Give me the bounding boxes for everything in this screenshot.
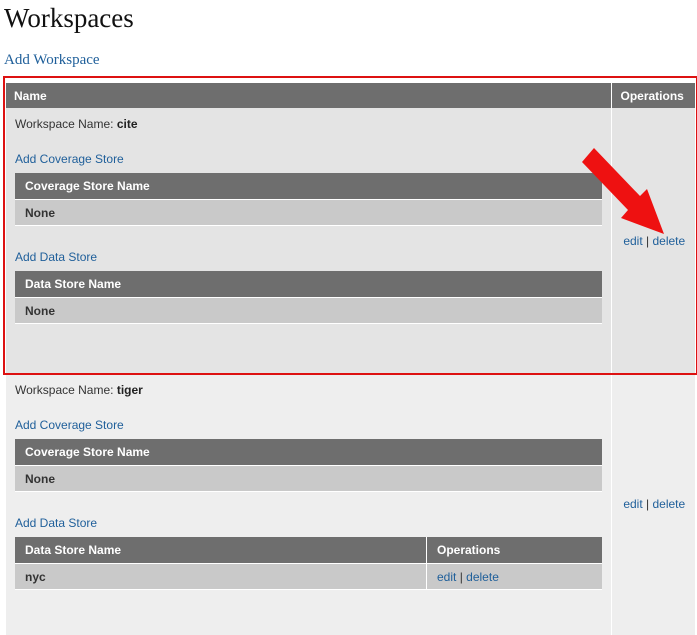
coverage-store-table: Coverage Store Name None (15, 439, 602, 492)
coverage-store-empty-value: None (15, 199, 602, 226)
data-store-operations-header: Operations (426, 537, 602, 564)
edit-workspace-link[interactable]: edit (623, 234, 642, 248)
add-coverage-store-link[interactable]: Add Coverage Store (15, 152, 602, 166)
operations-separator: | (459, 569, 463, 584)
add-data-store-link[interactable]: Add Data Store (15, 516, 602, 530)
add-data-store-link[interactable]: Add Data Store (15, 250, 602, 264)
workspace-row-cite: Workspace Name: cite Add Coverage Store … (6, 108, 695, 373)
add-workspace-link[interactable]: Add Workspace (4, 52, 100, 69)
page-title: Workspaces (4, 3, 134, 33)
data-store-table: Data Store Name Operations nyc edit | de… (15, 537, 602, 590)
workspace-name-prefix: Workspace Name: (15, 383, 114, 397)
workspace-name-prefix: Workspace Name: (15, 117, 114, 131)
workspace-name-value: tiger (116, 383, 143, 397)
data-store-name-header[interactable]: Data Store Name (15, 537, 427, 564)
data-store-empty-value: None (15, 297, 602, 324)
operations-separator: | (646, 233, 650, 248)
workspace-cell: Workspace Name: tiger Add Coverage Store… (6, 373, 611, 635)
coverage-store-table: Coverage Store Name None (15, 173, 602, 226)
workspace-operations-cell: edit | delete (610, 373, 695, 635)
workspaces-table-header: Name Operations (6, 83, 695, 108)
table-row: None (15, 199, 602, 226)
data-store-name-value: nyc (15, 563, 427, 590)
workspace-row-tiger: Workspace Name: tiger Add Coverage Store… (6, 373, 695, 635)
workspace-name-label: Workspace Name: tiger (15, 383, 602, 397)
column-header-operations: Operations (610, 83, 695, 108)
table-row: None (15, 465, 602, 492)
workspace-operations-cell: edit | delete (610, 108, 695, 373)
data-store-table: Data Store Name None (15, 271, 602, 324)
table-row: None (15, 297, 602, 324)
data-store-name-header[interactable]: Data Store Name (15, 271, 602, 298)
coverage-store-empty-value: None (15, 465, 602, 492)
table-row: nyc edit | delete (15, 563, 602, 590)
data-store-operations-cell: edit | delete (426, 563, 602, 590)
workspace-name-value: cite (116, 117, 138, 131)
edit-workspace-link[interactable]: edit (623, 497, 642, 511)
delete-data-store-link[interactable]: delete (466, 570, 499, 584)
coverage-store-name-header[interactable]: Coverage Store Name (15, 173, 602, 200)
workspace-name-label: Workspace Name: cite (15, 117, 602, 131)
coverage-store-name-header[interactable]: Coverage Store Name (15, 439, 602, 466)
workspace-cell: Workspace Name: cite Add Coverage Store … (6, 108, 611, 373)
add-coverage-store-link[interactable]: Add Coverage Store (15, 418, 602, 432)
workspaces-table: Name Operations Workspace Name: cite Add… (6, 83, 695, 635)
delete-workspace-link[interactable]: delete (652, 234, 685, 248)
delete-workspace-link[interactable]: delete (652, 497, 685, 511)
edit-data-store-link[interactable]: edit (437, 570, 456, 584)
column-header-name[interactable]: Name (6, 83, 611, 108)
operations-separator: | (646, 497, 650, 511)
